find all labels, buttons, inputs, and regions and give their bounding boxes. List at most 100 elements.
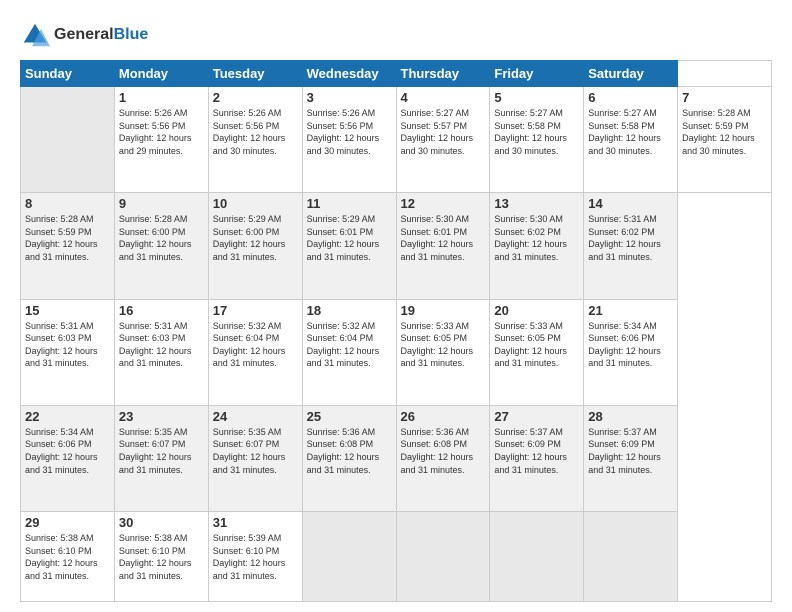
calendar-container: GeneralBlue SundayMondayTuesdayWednesday…: [0, 0, 792, 612]
day-info: Sunrise: 5:37 AMSunset: 6:09 PMDaylight:…: [494, 426, 579, 476]
day-info: Sunrise: 5:32 AMSunset: 6:04 PMDaylight:…: [307, 320, 392, 370]
weekday-header-row: SundayMondayTuesdayWednesdayThursdayFrid…: [21, 61, 772, 87]
weekday-header-monday: Monday: [114, 61, 208, 87]
table-row: [584, 512, 678, 602]
table-row: 24 Sunrise: 5:35 AMSunset: 6:07 PMDayligh…: [208, 405, 302, 511]
day-info: Sunrise: 5:30 AMSunset: 6:01 PMDaylight:…: [401, 213, 486, 263]
table-row: 5 Sunrise: 5:27 AMSunset: 5:58 PMDaylight…: [490, 87, 584, 193]
weekday-header-wednesday: Wednesday: [302, 61, 396, 87]
day-number: 7: [682, 90, 767, 105]
day-info: Sunrise: 5:31 AMSunset: 6:03 PMDaylight:…: [25, 320, 110, 370]
day-info: Sunrise: 5:27 AMSunset: 5:58 PMDaylight:…: [588, 107, 673, 157]
table-row: 11Sunrise: 5:29 AMSunset: 6:01 PMDayligh…: [302, 193, 396, 299]
table-row: 26 Sunrise: 5:36 AMSunset: 6:08 PMDayligh…: [396, 405, 490, 511]
logo: GeneralBlue: [20, 20, 148, 50]
table-row: 27Sunrise: 5:37 AMSunset: 6:09 PMDayligh…: [490, 405, 584, 511]
weekday-header-thursday: Thursday: [396, 61, 490, 87]
day-number: 22: [25, 409, 110, 424]
table-row: [396, 512, 490, 602]
day-info: Sunrise: 5:34 AMSunset: 6:06 PMDaylight:…: [588, 320, 673, 370]
logo-icon: [20, 20, 50, 50]
day-info: Sunrise: 5:33 AMSunset: 6:05 PMDaylight:…: [494, 320, 579, 370]
table-row: 28 Sunrise: 5:37 AMSunset: 6:09 PMDayligh…: [584, 405, 678, 511]
table-row: 6 Sunrise: 5:27 AMSunset: 5:58 PMDaylight…: [584, 87, 678, 193]
day-number: 29: [25, 515, 110, 530]
day-number: 3: [307, 90, 392, 105]
day-number: 23: [119, 409, 204, 424]
table-row: 29 Sunrise: 5:38 AMSunset: 6:10 PMDayligh…: [21, 512, 115, 602]
day-number: 20: [494, 303, 579, 318]
weekday-header-saturday: Saturday: [584, 61, 678, 87]
day-number: 13: [494, 196, 579, 211]
day-number: 30: [119, 515, 204, 530]
day-info: Sunrise: 5:37 AMSunset: 6:09 PMDaylight:…: [588, 426, 673, 476]
day-number: 6: [588, 90, 673, 105]
day-info: Sunrise: 5:39 AMSunset: 6:10 PMDaylight:…: [213, 532, 298, 582]
day-number: 15: [25, 303, 110, 318]
table-row: 22 Sunrise: 5:34 AMSunset: 6:06 PMDayligh…: [21, 405, 115, 511]
table-row: 3Sunrise: 5:26 AMSunset: 5:56 PMDaylight…: [302, 87, 396, 193]
table-row: 15 Sunrise: 5:31 AMSunset: 6:03 PMDayligh…: [21, 299, 115, 405]
day-number: 4: [401, 90, 486, 105]
table-row: 17 Sunrise: 5:32 AMSunset: 6:04 PMDayligh…: [208, 299, 302, 405]
table-row: 23Sunrise: 5:35 AMSunset: 6:07 PMDayligh…: [114, 405, 208, 511]
day-number: 21: [588, 303, 673, 318]
day-info: Sunrise: 5:34 AMSunset: 6:06 PMDaylight:…: [25, 426, 110, 476]
day-number: 28: [588, 409, 673, 424]
table-row: 4Sunrise: 5:27 AMSunset: 5:57 PMDaylight…: [396, 87, 490, 193]
table-row: [21, 87, 115, 193]
day-number: 5: [494, 90, 579, 105]
logo-blue-text: Blue: [114, 26, 149, 43]
day-info: Sunrise: 5:27 AMSunset: 5:58 PMDaylight:…: [494, 107, 579, 157]
table-row: 7 Sunrise: 5:28 AMSunset: 5:59 PMDaylight…: [678, 87, 772, 193]
day-info: Sunrise: 5:36 AMSunset: 6:08 PMDaylight:…: [401, 426, 486, 476]
table-row: 21 Sunrise: 5:34 AMSunset: 6:06 PMDayligh…: [584, 299, 678, 405]
table-row: 18 Sunrise: 5:32 AMSunset: 6:04 PMDayligh…: [302, 299, 396, 405]
day-info: Sunrise: 5:29 AMSunset: 6:01 PMDaylight:…: [307, 213, 392, 263]
table-row: [302, 512, 396, 602]
day-number: 17: [213, 303, 298, 318]
table-row: 19 Sunrise: 5:33 AMSunset: 6:05 PMDayligh…: [396, 299, 490, 405]
table-row: [490, 512, 584, 602]
day-number: 9: [119, 196, 204, 211]
day-info: Sunrise: 5:29 AMSunset: 6:00 PMDaylight:…: [213, 213, 298, 263]
day-info: Sunrise: 5:38 AMSunset: 6:10 PMDaylight:…: [25, 532, 110, 582]
day-number: 8: [25, 196, 110, 211]
table-row: 30 Sunrise: 5:38 AMSunset: 6:10 PMDayligh…: [114, 512, 208, 602]
day-number: 31: [213, 515, 298, 530]
day-number: 1: [119, 90, 204, 105]
day-number: 24: [213, 409, 298, 424]
table-row: 20 Sunrise: 5:33 AMSunset: 6:05 PMDayligh…: [490, 299, 584, 405]
logo-general: General: [54, 26, 114, 43]
day-info: Sunrise: 5:30 AMSunset: 6:02 PMDaylight:…: [494, 213, 579, 263]
day-number: 12: [401, 196, 486, 211]
day-info: Sunrise: 5:28 AMSunset: 5:59 PMDaylight:…: [682, 107, 767, 157]
day-number: 10: [213, 196, 298, 211]
day-info: Sunrise: 5:31 AMSunset: 6:03 PMDaylight:…: [119, 320, 204, 370]
day-info: Sunrise: 5:38 AMSunset: 6:10 PMDaylight:…: [119, 532, 204, 582]
table-row: 2Sunrise: 5:26 AMSunset: 5:56 PMDaylight…: [208, 87, 302, 193]
day-number: 14: [588, 196, 673, 211]
day-number: 25: [307, 409, 392, 424]
weekday-header-tuesday: Tuesday: [208, 61, 302, 87]
day-number: 18: [307, 303, 392, 318]
header: GeneralBlue: [20, 20, 772, 50]
day-info: Sunrise: 5:32 AMSunset: 6:04 PMDaylight:…: [213, 320, 298, 370]
day-info: Sunrise: 5:35 AMSunset: 6:07 PMDaylight:…: [213, 426, 298, 476]
day-info: Sunrise: 5:36 AMSunset: 6:08 PMDaylight:…: [307, 426, 392, 476]
table-row: 14Sunrise: 5:31 AMSunset: 6:02 PMDayligh…: [584, 193, 678, 299]
day-info: Sunrise: 5:28 AMSunset: 5:59 PMDaylight:…: [25, 213, 110, 263]
day-number: 16: [119, 303, 204, 318]
day-number: 2: [213, 90, 298, 105]
table-row: 31 Sunrise: 5:39 AMSunset: 6:10 PMDayligh…: [208, 512, 302, 602]
weekday-header-sunday: Sunday: [21, 61, 115, 87]
table-row: 8 Sunrise: 5:28 AMSunset: 5:59 PMDaylight…: [21, 193, 115, 299]
day-info: Sunrise: 5:33 AMSunset: 6:05 PMDaylight:…: [401, 320, 486, 370]
calendar-table: SundayMondayTuesdayWednesdayThursdayFrid…: [20, 60, 772, 602]
table-row: 10 Sunrise: 5:29 AMSunset: 6:00 PMDayligh…: [208, 193, 302, 299]
day-number: 19: [401, 303, 486, 318]
table-row: 16 Sunrise: 5:31 AMSunset: 6:03 PMDayligh…: [114, 299, 208, 405]
table-row: 9Sunrise: 5:28 AMSunset: 6:00 PMDaylight…: [114, 193, 208, 299]
table-row: 13 Sunrise: 5:30 AMSunset: 6:02 PMDayligh…: [490, 193, 584, 299]
day-number: 26: [401, 409, 486, 424]
